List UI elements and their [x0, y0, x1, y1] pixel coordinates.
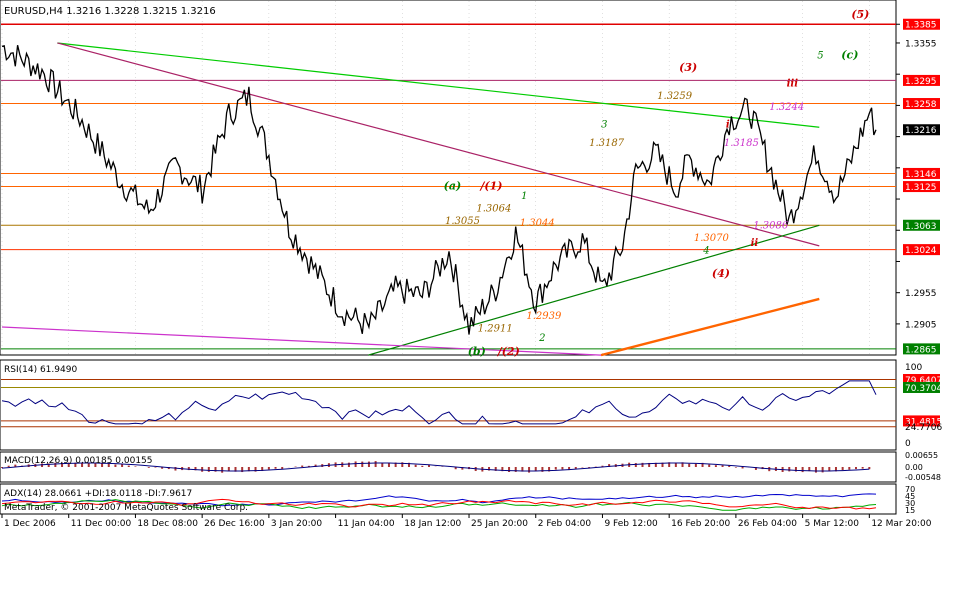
x-tick-label: 26 Feb 04:00: [738, 519, 797, 529]
y-tick-label: 1.3355: [905, 39, 937, 49]
level-label: 1.3295: [905, 77, 937, 87]
level-label: 1.2865: [905, 345, 937, 355]
adx-axis: 70453015: [905, 485, 915, 515]
wave-label: 5: [817, 51, 823, 62]
wave-label: 1.3185: [724, 138, 759, 149]
x-tick-label: 26 Dec 16:00: [204, 519, 265, 529]
rsi-title: RSI(14) 61.9490: [4, 365, 77, 375]
y-tick-label: 1.2905: [905, 320, 937, 330]
wave-label: (b): [468, 345, 486, 358]
price-panel[interactable]: [0, 0, 897, 356]
wave-label: 1.2939: [526, 311, 562, 322]
level-label: 1.3063: [905, 222, 937, 232]
wave-label: 2: [538, 333, 545, 344]
price-level-labels: 1.3385 1.3295 1.3258 1.3216 1.3146 1.3125 1.30…: [903, 18, 940, 355]
wave-label: /(2): [497, 345, 520, 358]
x-tick-label: 11 Jan 04:00: [338, 519, 395, 529]
macd-tick-label: 0.00: [905, 463, 923, 472]
wave-label: 1.2911: [478, 323, 513, 334]
x-tick-label: 16 Feb 20:00: [671, 519, 730, 529]
rsi-tick-label: 100: [905, 363, 922, 373]
x-tick-label: 3 Jan 20:00: [271, 519, 323, 529]
wave-label: 1.3259: [657, 91, 693, 102]
level-label: 1.3385: [905, 21, 937, 31]
symbol-header: EURUSD,H4 1.3216 1.3228 1.3215 1.3216: [4, 6, 216, 17]
x-tick-label: 5 Mar 12:00: [805, 519, 860, 529]
level-label: 1.3216: [905, 126, 937, 136]
wave-label: 4: [702, 245, 709, 256]
wave-label: 1.3070: [694, 233, 730, 244]
x-tick-label: 9 Feb 12:00: [604, 519, 658, 529]
y-tick-label: 1.2955: [905, 289, 937, 299]
wave-label: 1.3187: [589, 138, 625, 149]
macd-tick-label: -0.00548: [905, 473, 941, 482]
wave-label: ii: [751, 238, 759, 249]
wave-label: 1.3055: [445, 216, 480, 227]
rsi-level-label: 24.7706: [905, 423, 942, 433]
macd-axis: 0.00655 0.00-0.00548: [905, 451, 941, 482]
wave-label: (3): [679, 61, 697, 74]
x-tick-label: 18 Jan 12:00: [404, 519, 461, 529]
wave-label: 1.3086: [753, 220, 789, 231]
wave-label: 3: [601, 119, 607, 130]
x-tick-label: 11 Dec 00:00: [71, 519, 132, 529]
wave-label: i: [726, 119, 730, 130]
x-tick-label: 12 Mar 20:00: [871, 519, 931, 529]
copyright-text: MetaTrader, © 2001-2007 MetaQuotes Softw…: [4, 503, 248, 513]
wave-label: (5): [851, 8, 869, 21]
wave-label: 1.3064: [476, 204, 511, 215]
level-label: 1.3258: [905, 100, 937, 110]
macd-tick-label: 0.00655: [905, 451, 938, 460]
level-label: 1.3024: [905, 246, 937, 256]
rsi-level-label: 70.3704: [905, 384, 942, 394]
rsi-tick-label: 0: [905, 439, 911, 449]
adx-tick-label: 15: [905, 506, 915, 515]
x-tick-label: 1 Dec 2006: [4, 519, 56, 529]
level-label: 1.3146: [905, 170, 937, 180]
wave-label: 1.3244: [769, 102, 804, 113]
x-tick-label: 2 Feb 04:00: [538, 519, 592, 529]
x-tick-label: 18 Dec 08:00: [137, 519, 198, 529]
wave-label: iii: [787, 79, 799, 90]
wave-label: (a): [444, 180, 462, 193]
adx-title: ADX(14) 28.0661 +DI:18.0118 -DI:7.9617: [4, 489, 192, 499]
wave-label: 1: [521, 191, 527, 202]
level-label: 1.3125: [905, 183, 937, 193]
rsi-panel[interactable]: [0, 359, 897, 451]
wave-label: 1.3044: [520, 218, 555, 229]
x-tick-label: 25 Jan 20:00: [471, 519, 528, 529]
time-axis: 1 Dec 2006 11 Dec 00:00 18 Dec 08:00 26 Dec…: [1, 514, 932, 529]
wave-label: /(1): [479, 180, 502, 193]
chart-window[interactable]: (5) 5 (c) (3) iii 1.3259 1.3244 i 3 1.3187 1.3185 (…: [0, 0, 958, 590]
wave-label: (4): [712, 267, 730, 280]
wave-label: (c): [841, 49, 858, 62]
macd-title: MACD(12,26,9) 0.00185 0.00155: [4, 456, 153, 466]
